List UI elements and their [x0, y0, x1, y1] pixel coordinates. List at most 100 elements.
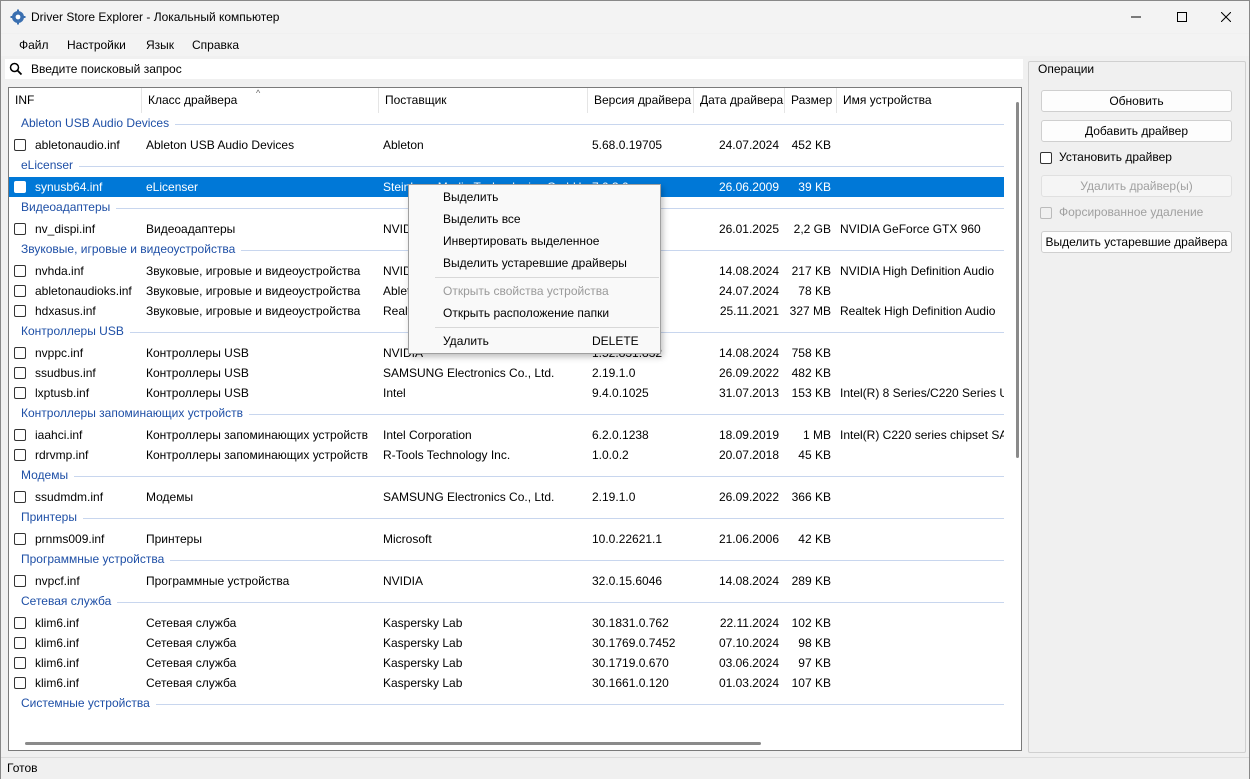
column-inf[interactable]: INF — [9, 88, 142, 113]
table-row[interactable]: abletonaudio.inf Ableton USB Audio Device… — [9, 135, 1004, 155]
group-header[interactable]: Принтеры — [9, 507, 1004, 529]
group-header[interactable]: Ableton USB Audio Devices — [9, 113, 1004, 135]
context-select[interactable]: Выделить — [409, 186, 660, 208]
row-checkbox[interactable] — [14, 637, 26, 649]
cell-date: 14.08.2024 — [718, 264, 779, 278]
group-header[interactable]: Программные устройства — [9, 549, 1004, 571]
row-checkbox[interactable] — [14, 223, 26, 235]
maximize-button[interactable] — [1159, 1, 1205, 33]
checkbox-box[interactable] — [1040, 207, 1052, 219]
column-size[interactable]: Размер — [785, 88, 837, 113]
cell-size: 482 KB — [791, 366, 831, 380]
cell-vendor: Kaspersky Lab — [383, 656, 463, 670]
context-separator — [435, 277, 659, 278]
cell-date: 24.07.2024 — [718, 284, 779, 298]
group-divider — [74, 476, 1004, 477]
cell-date: 03.06.2024 — [718, 656, 779, 670]
delete-drivers-button[interactable]: Удалить драйвер(ы) — [1041, 175, 1232, 197]
cell-size: 98 KB — [798, 636, 831, 650]
menu-language[interactable]: Язык — [146, 38, 174, 52]
table-row[interactable]: klim6.inf Сетевая служба Kaspersky Lab 30.1… — [9, 653, 1004, 673]
row-checkbox[interactable] — [14, 677, 26, 689]
row-checkbox[interactable] — [14, 181, 26, 193]
row-checkbox[interactable] — [14, 305, 26, 317]
menu-help[interactable]: Справка — [192, 38, 239, 52]
horizontal-scrollbar[interactable] — [9, 738, 1013, 750]
cell-size: 366 KB — [791, 490, 831, 504]
group-label: Видеоадаптеры — [21, 200, 111, 214]
context-select-old[interactable]: Выделить устаревшие драйверы — [409, 252, 660, 274]
cell-date: 22.11.2024 — [719, 616, 779, 630]
table-row[interactable]: klim6.inf Сетевая служба Kaspersky Lab 30.1… — [9, 673, 1004, 693]
row-checkbox[interactable] — [14, 657, 26, 669]
column-device-name[interactable]: Имя устройства — [837, 88, 1013, 113]
cell-vendor: SAMSUNG Electronics Co., Ltd. — [383, 366, 555, 380]
group-divider — [117, 602, 1004, 603]
column-driver-class[interactable]: Класс драйвера — [142, 88, 379, 113]
add-driver-button[interactable]: Добавить драйвер — [1041, 120, 1232, 142]
cell-date: 26.09.2022 — [718, 366, 779, 380]
menu-file[interactable]: Файл — [19, 38, 49, 52]
cell-vendor: Intel — [383, 386, 406, 400]
context-invert-selection[interactable]: Инвертировать выделенное — [409, 230, 660, 252]
table-row[interactable]: klim6.inf Сетевая служба Kaspersky Lab 30.1… — [9, 633, 1004, 653]
cell-device-name: Realtek High Definition Audio — [840, 304, 996, 318]
cell-size: 452 KB — [791, 138, 831, 152]
refresh-button[interactable]: Обновить — [1041, 90, 1232, 112]
column-vendor[interactable]: Поставщик — [379, 88, 588, 113]
context-separator — [435, 327, 659, 328]
search-input[interactable] — [31, 61, 1011, 77]
cell-device-name: Intel(R) C220 series chipset SATA — [840, 428, 1004, 442]
column-date[interactable]: Дата драйвера — [694, 88, 785, 113]
row-checkbox[interactable] — [14, 449, 26, 461]
group-header[interactable]: Контроллеры запоминающих устройств — [9, 403, 1004, 425]
vertical-scrollbar[interactable] — [1014, 88, 1021, 738]
table-row[interactable]: lxptusb.inf Контроллеры USB Intel 9.4.0.102… — [9, 383, 1004, 403]
row-checkbox[interactable] — [14, 491, 26, 503]
cell-size: 758 KB — [791, 346, 831, 360]
table-row[interactable]: nvpcf.inf Программные устройства NVIDIA 32.… — [9, 571, 1004, 591]
cell-size: 217 KB — [791, 264, 831, 278]
row-checkbox[interactable] — [14, 617, 26, 629]
row-checkbox[interactable] — [14, 367, 26, 379]
table-row[interactable]: rdrvmp.inf Контроллеры запоминающих устро… — [9, 445, 1004, 465]
cell-driver-class: Видеоадаптеры — [146, 222, 236, 236]
title-bar[interactable]: Driver Store Explorer - Локальный компью… — [1, 1, 1249, 33]
context-select-all[interactable]: Выделить все — [409, 208, 660, 230]
checkbox-box[interactable] — [1040, 152, 1052, 164]
context-open-properties[interactable]: Открыть свойства устройства — [409, 280, 660, 302]
table-row[interactable]: prnms009.inf Принтеры Microsoft 10.0.22621.… — [9, 529, 1004, 549]
group-label: Сетевая служба — [21, 594, 112, 608]
group-label: Системные устройства — [21, 696, 150, 710]
group-divider — [79, 166, 1004, 167]
cell-size: 327 MB — [789, 304, 831, 318]
menu-settings[interactable]: Настройки — [67, 38, 126, 52]
horizontal-scroll-thumb[interactable] — [25, 742, 761, 745]
row-checkbox[interactable] — [14, 429, 26, 441]
row-checkbox[interactable] — [14, 387, 26, 399]
row-checkbox[interactable] — [14, 265, 26, 277]
row-checkbox[interactable] — [14, 285, 26, 297]
table-row[interactable]: iaahci.inf Контроллеры запоминающих устро… — [9, 425, 1004, 445]
select-old-drivers-button[interactable]: Выделить устаревшие драйвера — [1041, 231, 1232, 253]
context-delete[interactable]: Удалить DELETE — [409, 330, 660, 352]
minimize-button[interactable] — [1113, 1, 1159, 33]
vertical-scroll-thumb[interactable] — [1016, 102, 1019, 458]
row-checkbox[interactable] — [14, 575, 26, 587]
group-header[interactable]: Модемы — [9, 465, 1004, 487]
table-row[interactable]: klim6.inf Сетевая служба Kaspersky Lab 30.1… — [9, 613, 1004, 633]
close-button[interactable] — [1203, 1, 1249, 33]
cell-date: 24.07.2024 — [718, 138, 779, 152]
cell-vendor: R-Tools Technology Inc. — [383, 448, 511, 462]
row-checkbox[interactable] — [14, 139, 26, 151]
column-version[interactable]: Версия драйвера — [588, 88, 694, 113]
group-header[interactable]: Системные устройства — [9, 693, 1004, 715]
row-checkbox[interactable] — [14, 533, 26, 545]
row-checkbox[interactable] — [14, 347, 26, 359]
group-header[interactable]: eLicenser — [9, 155, 1004, 177]
group-header[interactable]: Сетевая служба — [9, 591, 1004, 613]
context-open-folder[interactable]: Открыть расположение папки — [409, 302, 660, 324]
close-icon — [1221, 12, 1231, 22]
table-row[interactable]: ssudbus.inf Контроллеры USB SAMSUNG Electr… — [9, 363, 1004, 383]
table-row[interactable]: ssudmdm.inf Модемы SAMSUNG Electronics Co.… — [9, 487, 1004, 507]
